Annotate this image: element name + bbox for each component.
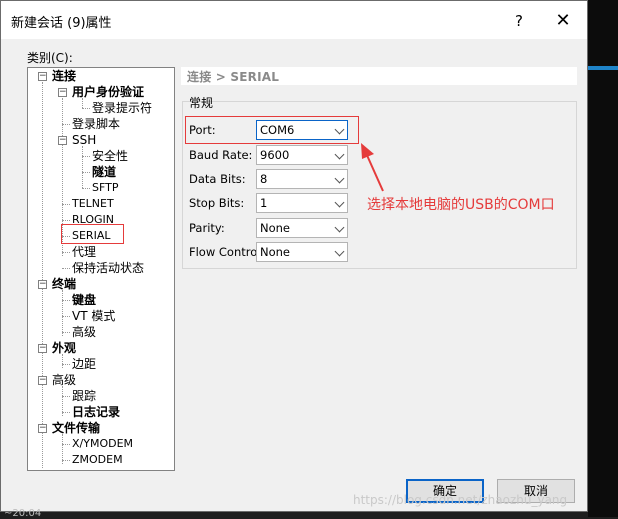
parity-label: Parity: xyxy=(189,221,225,235)
stop-bits-select[interactable]: 1 xyxy=(256,193,348,213)
tree-line xyxy=(82,172,90,173)
parity-select[interactable]: None xyxy=(256,218,348,238)
collapse-icon[interactable]: − xyxy=(38,72,47,81)
help-button[interactable]: ? xyxy=(507,10,531,32)
annotation-arrow-icon xyxy=(361,143,384,192)
tree-item-file-transfer[interactable]: 文件传输 xyxy=(52,420,100,436)
tree-line xyxy=(62,316,70,317)
background-corner-text: ~20:04 xyxy=(4,508,42,519)
baud-rate-value: 9600 xyxy=(260,148,290,162)
breadcrumb: 连接 > SERIAL xyxy=(181,67,577,85)
tree-line xyxy=(62,290,63,336)
tree-item-trace[interactable]: 跟踪 xyxy=(72,388,96,404)
tree-line xyxy=(82,108,90,109)
tree-line xyxy=(42,82,43,468)
baud-rate-label: Baud Rate: xyxy=(189,148,253,162)
collapse-icon[interactable]: − xyxy=(58,88,67,97)
tree-item-tunnel[interactable]: 隧道 xyxy=(92,164,116,180)
collapse-icon[interactable]: − xyxy=(38,344,47,353)
title-bar: 新建会话 (9)属性 ? ✕ xyxy=(1,1,587,39)
category-label: 类别(C): xyxy=(27,51,73,65)
data-bits-label: Data Bits: xyxy=(189,172,246,186)
baud-rate-select[interactable]: 9600 xyxy=(256,145,348,165)
collapse-icon[interactable]: − xyxy=(38,376,47,385)
tree-item-vt-mode[interactable]: VT 模式 xyxy=(72,308,115,324)
close-button[interactable]: ✕ xyxy=(549,10,577,32)
tree-line xyxy=(62,300,70,301)
tree-line xyxy=(62,354,63,368)
stop-bits-label: Stop Bits: xyxy=(189,196,245,210)
background-terminal xyxy=(588,0,618,517)
tree-item-sftp[interactable]: SFTP xyxy=(92,180,118,196)
tree-item-login-script[interactable]: 登录脚本 xyxy=(72,116,120,132)
window-title: 新建会话 (9)属性 xyxy=(11,16,112,31)
chevron-down-icon xyxy=(334,197,345,208)
data-bits-select[interactable]: 8 xyxy=(256,169,348,189)
chevron-down-icon xyxy=(334,222,345,233)
tree-line xyxy=(62,220,70,221)
tree-line xyxy=(62,444,70,445)
breadcrumb-text: 连接 > SERIAL xyxy=(187,70,280,84)
tree-line xyxy=(62,252,70,253)
tree-item-connection[interactable]: 连接 xyxy=(52,68,76,84)
tree-line xyxy=(62,396,70,397)
tree-line xyxy=(62,412,70,413)
tree-item-terminal[interactable]: 终端 xyxy=(52,276,76,292)
session-properties-dialog: 新建会话 (9)属性 ? ✕ 类别(C): − − − − − − − 连接 用… xyxy=(0,0,588,512)
chevron-down-icon xyxy=(334,246,345,257)
tree-line xyxy=(62,268,70,269)
tree-item-security[interactable]: 安全性 xyxy=(92,148,128,164)
stop-bits-value: 1 xyxy=(260,196,268,210)
tree-line xyxy=(82,188,90,189)
tree-item-advanced-2[interactable]: 高级 xyxy=(52,372,76,388)
flow-control-label: Flow Control: xyxy=(189,245,265,259)
tree-line xyxy=(62,124,70,125)
tree-line xyxy=(82,156,90,157)
chevron-down-icon xyxy=(334,149,345,160)
tree-item-margin[interactable]: 边距 xyxy=(72,356,96,372)
tree-item-ssh[interactable]: SSH xyxy=(72,132,96,148)
port-highlight-box xyxy=(185,116,359,144)
general-group-label: 常规 xyxy=(189,96,214,110)
background-accent-bar xyxy=(588,66,618,70)
serial-highlight-box xyxy=(61,224,124,244)
collapse-icon[interactable]: − xyxy=(38,280,47,289)
tree-item-auth[interactable]: 用户身份验证 xyxy=(72,84,144,100)
tree-line xyxy=(62,364,70,365)
tree-item-log[interactable]: 日志记录 xyxy=(72,404,120,420)
tree-item-advanced[interactable]: 高级 xyxy=(72,324,96,340)
tree-line xyxy=(62,332,70,333)
flow-control-value: None xyxy=(260,245,291,259)
collapse-icon[interactable]: − xyxy=(38,424,47,433)
chevron-down-icon xyxy=(334,173,345,184)
tree-item-keepalive[interactable]: 保持活动状态 xyxy=(72,260,144,276)
flow-control-select[interactable]: None xyxy=(256,242,348,262)
tree-item-zmodem[interactable]: ZMODEM xyxy=(72,452,123,468)
tree-item-keyboard[interactable]: 键盘 xyxy=(72,292,96,308)
category-tree: − − − − − − − 连接 用户身份验证 登录提示符 登录脚本 SSH 安… xyxy=(27,67,175,471)
tree-line xyxy=(62,460,70,461)
watermark: https://blog.csdn.net/zhaozhu_yang xyxy=(353,493,568,507)
tree-line xyxy=(62,204,70,205)
parity-value: None xyxy=(260,221,291,235)
tree-item-xymodem[interactable]: X/YMODEM xyxy=(72,436,133,452)
collapse-icon[interactable]: − xyxy=(58,136,67,145)
tree-item-login-prompt[interactable]: 登录提示符 xyxy=(92,100,152,116)
annotation-text: 选择本地电脑的USB的COM口 xyxy=(367,197,555,213)
tree-line xyxy=(82,146,83,188)
data-bits-value: 8 xyxy=(260,172,268,186)
tree-item-proxy[interactable]: 代理 xyxy=(72,244,96,260)
tree-item-appearance[interactable]: 外观 xyxy=(52,340,76,356)
tree-item-telnet[interactable]: TELNET xyxy=(72,196,114,212)
